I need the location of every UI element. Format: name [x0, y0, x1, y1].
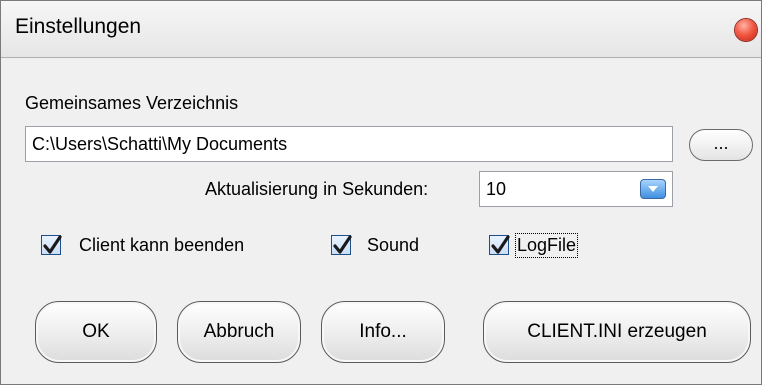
window-title: Einstellungen [15, 15, 142, 38]
title-bar[interactable]: Einstellungen [1, 1, 761, 58]
settings-dialog: Einstellungen Gemeinsames Verzeichnis C:… [0, 0, 762, 385]
checkmark-icon [491, 235, 510, 254]
checkmark-icon [333, 235, 352, 254]
logfile-checkbox[interactable] [489, 235, 510, 255]
refresh-interval-value: 10 [486, 179, 507, 199]
sound-checkbox[interactable] [331, 235, 352, 255]
client-can-quit-label[interactable]: Client kann beenden [79, 235, 244, 256]
browse-button[interactable]: ... [689, 129, 753, 161]
refresh-label: Aktualisierung in Sekunden: [205, 179, 429, 199]
shared-dir-input[interactable]: C:\Users\Schatti\My Documents [25, 126, 673, 162]
sound-label[interactable]: Sound [367, 235, 419, 256]
cancel-button[interactable]: Abbruch [177, 301, 301, 363]
close-icon[interactable] [735, 19, 757, 41]
checkmark-icon [43, 235, 62, 254]
client-can-quit-checkbox[interactable] [41, 235, 62, 255]
refresh-interval-select[interactable]: 10 [479, 171, 673, 207]
shared-dir-label: Gemeinsames Verzeichnis [25, 93, 239, 113]
info-button[interactable]: Info... [321, 301, 445, 363]
logfile-label[interactable]: LogFile [514, 233, 579, 258]
ok-button[interactable]: OK [35, 301, 157, 363]
create-client-ini-button[interactable]: CLIENT.INI erzeugen [483, 301, 751, 363]
chevron-down-icon[interactable] [640, 179, 666, 199]
